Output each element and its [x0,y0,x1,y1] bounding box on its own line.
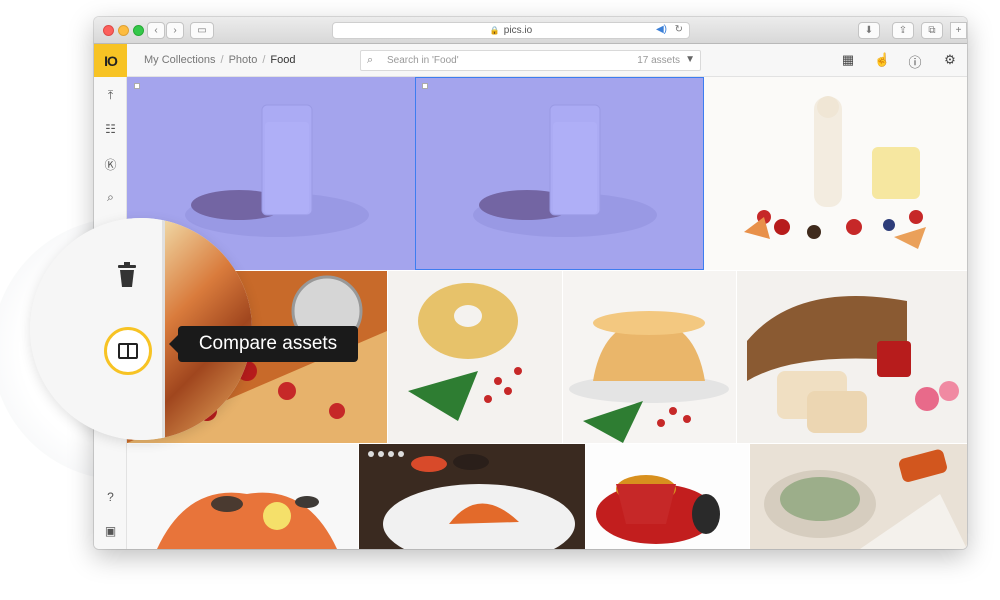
upload-icon[interactable]: ⤒ [94,88,127,103]
grid-icon[interactable]: ▦ [840,52,856,68]
asset-thumbnail [388,271,562,443]
asset-grid [127,77,967,549]
asset-tile[interactable] [359,444,585,549]
asset-thumbnail [359,444,585,549]
select-checkbox[interactable] [422,83,428,89]
asset-thumbnail [586,444,749,549]
back-button[interactable]: ‹ [147,22,165,39]
sidebar-toggle-button[interactable]: ▭ [190,22,214,39]
asset-tile[interactable] [737,271,967,443]
chevron-left-icon: ‹ [154,25,158,36]
info-icon[interactable]: ⓘ [907,52,923,71]
asset-tile[interactable] [127,444,358,549]
chevron-right-icon: › [173,25,177,36]
select-checkbox[interactable] [134,83,140,89]
minimize-window-button[interactable] [118,25,129,36]
address-bar[interactable]: 🔒 pics.io ◀) ↻ [332,22,690,39]
compare-icon [118,343,138,359]
hand-pointer-icon[interactable]: ☝ [874,52,890,68]
breadcrumb-item-food[interactable]: Food [270,54,295,66]
keywords-icon[interactable]: Ⓚ [94,156,127,173]
asset-thumbnail [750,444,967,549]
breadcrumb-item-collections[interactable]: My Collections [144,54,216,66]
audio-icon[interactable]: ◀) [656,24,667,35]
search-placeholder: Search in 'Food' [387,55,459,66]
asset-tile[interactable] [415,77,704,270]
asset-tile[interactable] [586,444,749,549]
new-tab-button[interactable]: + [950,22,967,39]
asset-tile[interactable] [704,77,967,270]
breadcrumb: My Collections / Photo / Food [144,54,295,66]
asset-thumbnail [563,271,736,443]
url-text: pics.io [503,25,533,36]
plus-icon: + [955,25,962,36]
compare-assets-button[interactable] [104,327,152,375]
search-icon[interactable]: ⌕ [94,190,127,205]
search-input[interactable]: ⌕ Search in 'Food' 17 assets ▼ [360,50,701,71]
asset-tile[interactable] [563,271,736,443]
breadcrumb-item-photo[interactable]: Photo [229,54,258,66]
compare-tooltip: Compare assets [169,326,358,362]
breadcrumb-separator: / [262,54,266,66]
app-logo[interactable]: IO [94,44,127,77]
sidebar-icon: ▭ [197,25,207,36]
app-header: IO My Collections / Photo / Food ⌕ Search in… [94,44,967,77]
selection-overlay [415,77,704,270]
browser-chrome: ‹ › ▭ 🔒 pics.io ◀) ↻ ⬇ ⇪ ⧉ + [94,17,967,44]
compare-tooltip-label: Compare assets [198,333,338,354]
tabs-icon: ⧉ [928,25,936,36]
share-button[interactable]: ⇪ [892,22,914,39]
share-icon: ⇪ [898,25,908,36]
downloads-button[interactable]: ⬇ [858,22,880,39]
tree-icon[interactable]: ☷ [94,122,127,136]
lens-sidebar [30,218,165,440]
close-window-button[interactable] [103,25,114,36]
reload-icon[interactable]: ↻ [675,24,683,35]
forward-button[interactable]: › [166,22,184,39]
stage: ‹ › ▭ 🔒 pics.io ◀) ↻ ⬇ ⇪ ⧉ + IO My Colle… [0,0,1000,600]
filter-icon[interactable]: ▼ [685,54,695,65]
asset-count: 17 assets [637,55,680,66]
asset-thumbnail [704,77,967,270]
asset-tile[interactable] [388,271,562,443]
help-icon[interactable]: ? [94,490,127,504]
tabs-button[interactable]: ⧉ [921,22,943,39]
settings-icon[interactable]: ⚙ [942,52,958,68]
lock-icon: 🔒 [489,26,500,35]
chat-icon[interactable]: ▣ [94,524,127,538]
maximize-window-button[interactable] [133,25,144,36]
download-icon: ⬇ [864,25,874,36]
search-icon: ⌕ [367,54,374,66]
asset-thumbnail [127,444,358,549]
breadcrumb-separator: / [220,54,224,66]
asset-tile[interactable] [750,444,967,549]
trash-icon[interactable] [116,262,138,288]
asset-thumbnail [737,271,967,443]
